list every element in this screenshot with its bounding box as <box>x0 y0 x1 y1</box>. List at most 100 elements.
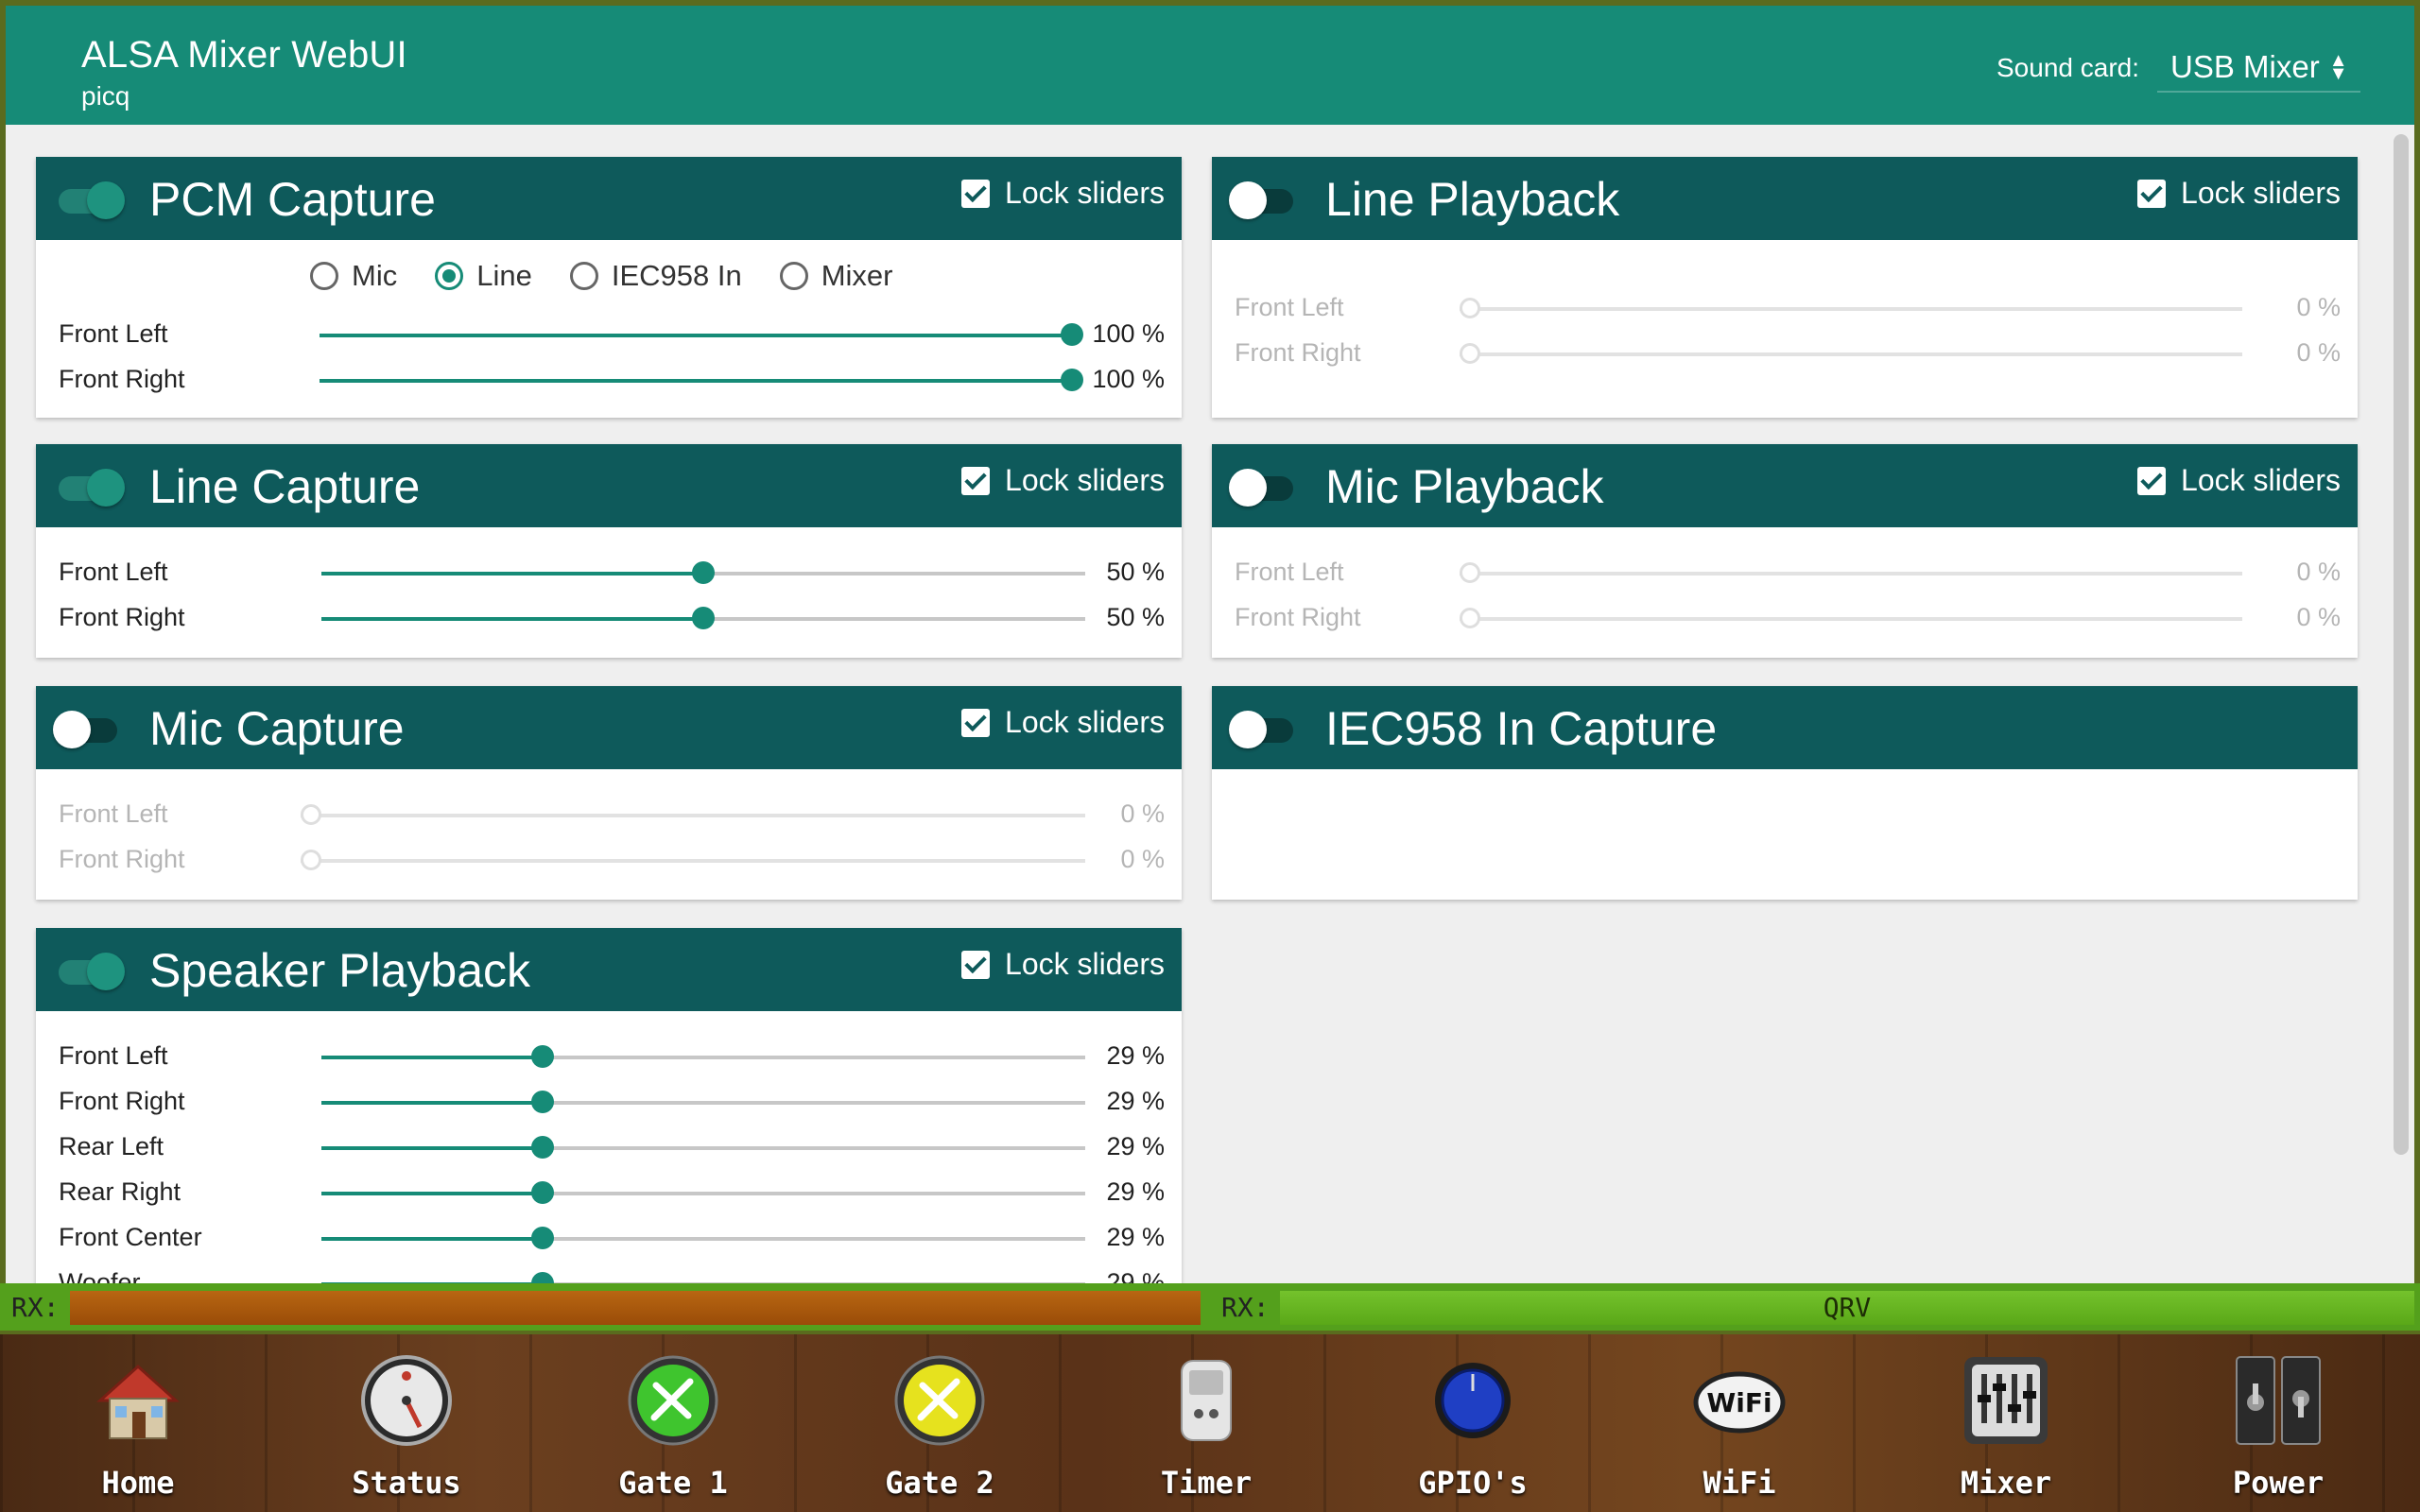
rx2-value: QRV <box>1823 1292 1872 1323</box>
radio-line[interactable]: Line <box>435 259 532 293</box>
slider-thumb[interactable] <box>531 1136 554 1159</box>
channel-value: 100 % <box>1092 319 1165 348</box>
volume-slider <box>301 804 1085 825</box>
channel-row: Woofer 29 % <box>59 1264 1165 1283</box>
lock-sliders-checkbox[interactable]: Lock sliders <box>961 947 1165 982</box>
radio-label: Line <box>476 259 532 292</box>
power-switch-icon <box>2236 1356 2321 1445</box>
line-playback-toggle[interactable] <box>1229 181 1297 219</box>
radio-mixer[interactable]: Mixer <box>779 259 892 293</box>
card-header: Mic Playback Lock sliders <box>1212 444 2358 527</box>
dock-home[interactable]: Home <box>43 1334 233 1512</box>
status-strip: RX: RX: QRV <box>0 1283 2420 1331</box>
dock-label: GPIO's <box>1418 1465 1528 1501</box>
radio-mic[interactable]: Mic <box>310 259 397 293</box>
card-iec958-capture: IEC958 In Capture <box>1212 686 2358 900</box>
slider-thumb[interactable] <box>531 1227 554 1249</box>
card-header: Speaker Playback Lock sliders <box>36 928 1182 1011</box>
channel-name: Front Right <box>59 603 185 631</box>
dock-gate-2[interactable]: Gate 2 <box>845 1334 1034 1512</box>
lock-sliders-checkbox[interactable]: Lock sliders <box>961 705 1165 740</box>
dock-gpios[interactable]: GPIO's <box>1378 1334 1567 1512</box>
dock-power[interactable]: Power <box>2184 1334 2373 1512</box>
channel-name: Front Right <box>1235 603 1361 631</box>
app-host: picq <box>81 81 130 111</box>
slider-thumb[interactable] <box>1061 323 1083 346</box>
slider-thumb[interactable] <box>692 561 715 584</box>
channel-row: Front Right 0 % <box>1235 599 2341 637</box>
pcm-capture-toggle[interactable] <box>53 181 125 219</box>
channel-value: 50 % <box>1106 603 1165 631</box>
slider-thumb[interactable] <box>531 1045 554 1068</box>
dock-wifi[interactable]: WiFi WiFi <box>1645 1334 1834 1512</box>
soundcard-select[interactable]: USB Mixer ▲ ▼ <box>2157 43 2361 93</box>
lock-label: Lock sliders <box>2181 463 2341 497</box>
volume-slider <box>1460 562 2242 583</box>
channel-name: Front Left <box>1235 293 1344 321</box>
volume-slider[interactable] <box>321 607 1085 629</box>
radio-iec958-in[interactable]: IEC958 In <box>569 259 742 293</box>
card-header: Line Playback Lock sliders <box>1212 157 2358 240</box>
lock-sliders-checkbox[interactable]: Lock sliders <box>961 463 1165 498</box>
card-title: Line Playback <box>1325 173 1620 226</box>
channel-row: Front Center 29 % <box>59 1219 1165 1257</box>
channel-value: 29 % <box>1106 1223 1165 1251</box>
checkbox-checked-icon <box>961 950 991 979</box>
card-header: Mic Capture Lock sliders <box>36 686 1182 769</box>
card-title: Line Capture <box>149 460 421 513</box>
volume-slider[interactable] <box>321 1181 1085 1204</box>
lock-sliders-checkbox[interactable]: Lock sliders <box>2137 463 2341 498</box>
dock-timer[interactable]: Timer <box>1112 1334 1301 1512</box>
channel-value: 0 % <box>2296 603 2341 631</box>
channel-value: 0 % <box>2296 293 2341 321</box>
speaker-playback-toggle[interactable] <box>53 953 125 990</box>
volume-slider[interactable] <box>321 1045 1085 1068</box>
volume-slider[interactable] <box>321 1227 1085 1249</box>
radio-label: IEC958 In <box>611 259 742 292</box>
gpio-knob-icon <box>1435 1363 1511 1438</box>
volume-slider[interactable] <box>320 369 1083 391</box>
channel-row: Front Left 50 % <box>59 554 1165 592</box>
volume-slider <box>1460 343 2242 364</box>
app-title: ALSA Mixer WebUI <box>81 34 407 76</box>
mixer-webui-window: ALSA Mixer WebUI picq Sound card: USB Mi… <box>6 6 2414 1283</box>
channel-name: Front Left <box>1235 558 1344 586</box>
channel-value: 0 % <box>2296 558 2341 586</box>
channel-name: Front Right <box>59 1087 185 1115</box>
mic-capture-toggle[interactable] <box>53 711 121 748</box>
slider-thumb[interactable] <box>692 607 715 629</box>
app-dock: Home Status Gate 1 Gate 2 Timer GPIO's W… <box>0 1334 2420 1512</box>
gate-yellow-icon <box>894 1355 985 1446</box>
lock-label: Lock sliders <box>2181 176 2341 210</box>
checkbox-checked-icon <box>961 466 991 495</box>
slider-thumb[interactable] <box>531 1181 554 1204</box>
line-capture-toggle[interactable] <box>53 469 125 507</box>
dock-label: Gate 2 <box>885 1465 994 1501</box>
lock-sliders-checkbox[interactable]: Lock sliders <box>2137 176 2341 211</box>
slider-thumb[interactable] <box>1061 369 1083 391</box>
volume-slider[interactable] <box>320 323 1083 346</box>
volume-slider[interactable] <box>321 1136 1085 1159</box>
channel-row: Front Right 0 % <box>1235 335 2341 372</box>
lock-label: Lock sliders <box>1005 947 1165 981</box>
volume-slider[interactable] <box>321 1091 1085 1113</box>
channel-value: 29 % <box>1106 1132 1165 1160</box>
dock-mixer[interactable]: Mixer <box>1911 1334 2100 1512</box>
wifi-icon: WiFi <box>1693 1371 1786 1434</box>
channel-name: Front Left <box>59 319 168 348</box>
mic-playback-toggle[interactable] <box>1229 469 1297 507</box>
mixer-icon <box>1964 1357 2048 1444</box>
channel-row: Front Left 0 % <box>1235 289 2341 327</box>
card-mic-playback: Mic Playback Lock sliders Front Left 0 %… <box>1212 444 2358 658</box>
slider-thumb[interactable] <box>531 1091 554 1113</box>
channel-value: 100 % <box>1092 365 1165 393</box>
dock-gate-1[interactable]: Gate 1 <box>579 1334 768 1512</box>
page-scrollbar[interactable] <box>2394 134 2409 1155</box>
lock-sliders-checkbox[interactable]: Lock sliders <box>961 176 1165 211</box>
channel-row: Front Right 29 % <box>59 1083 1165 1121</box>
volume-slider[interactable] <box>321 561 1085 584</box>
slider-thumb[interactable] <box>531 1272 554 1283</box>
volume-slider <box>1460 298 2242 318</box>
iec958-capture-toggle[interactable] <box>1229 711 1297 748</box>
dock-status[interactable]: Status <box>312 1334 501 1512</box>
